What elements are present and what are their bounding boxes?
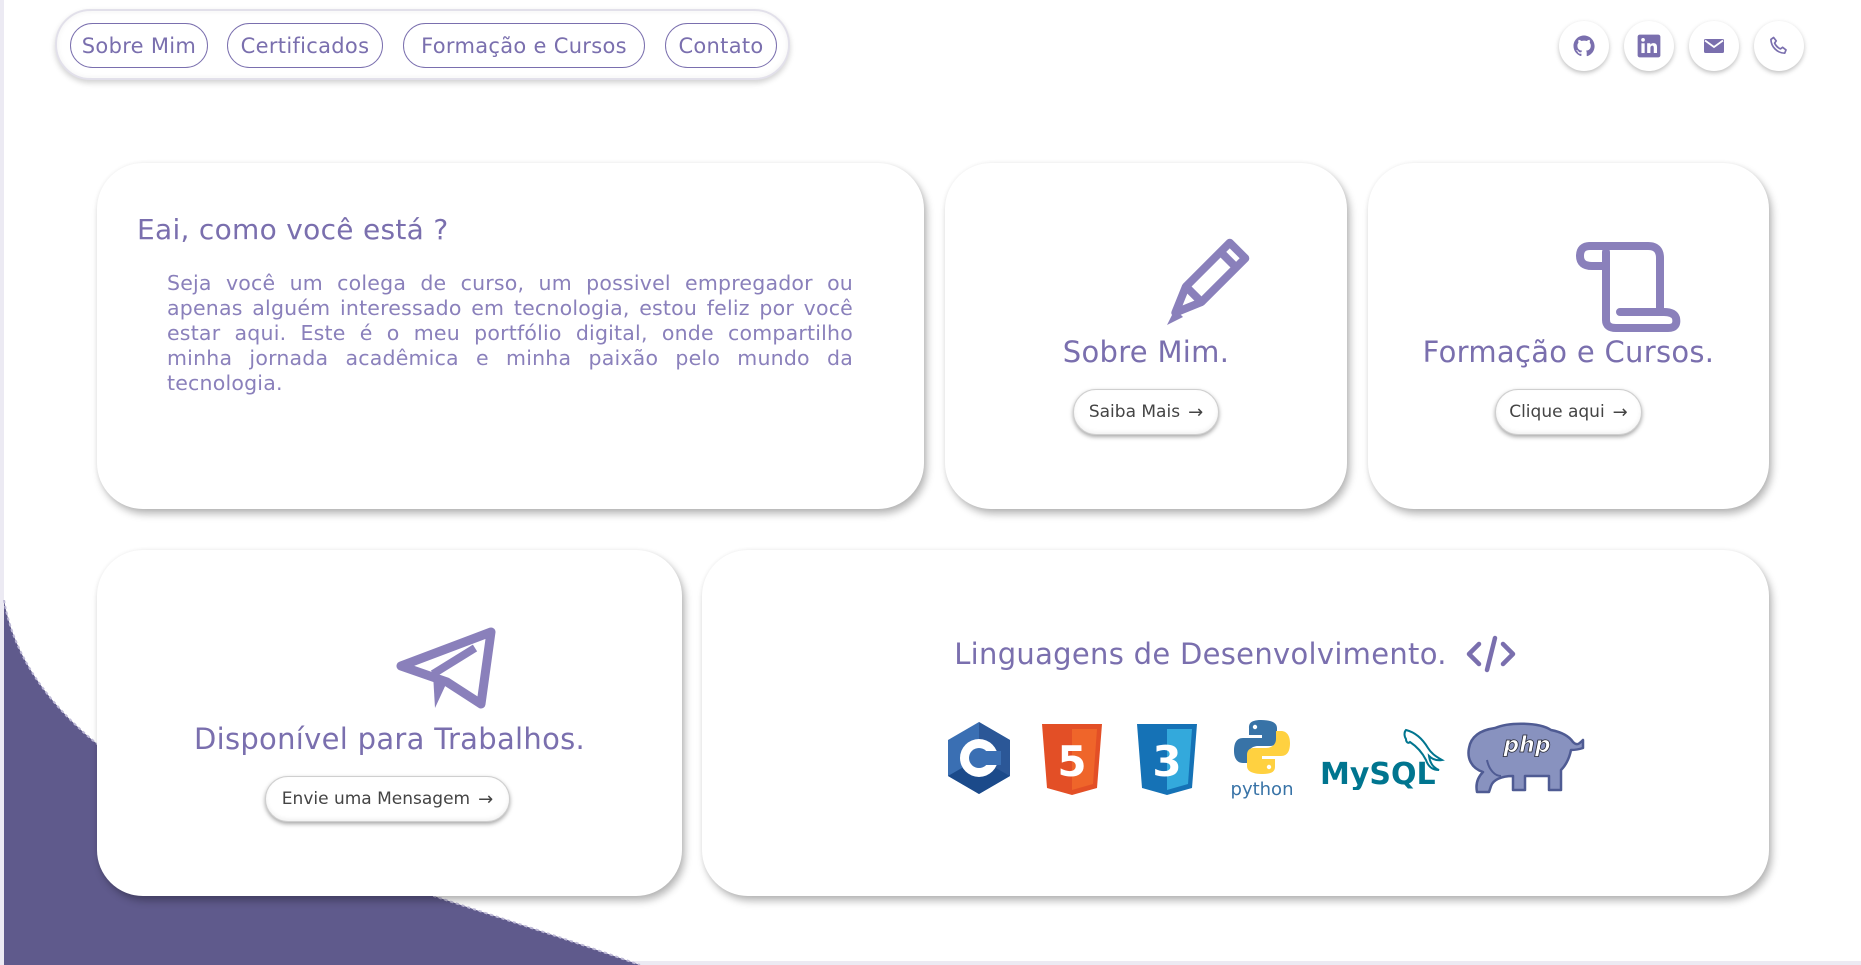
saiba-mais-button[interactable]: Saiba Mais → [1073, 389, 1219, 435]
c-logo [948, 722, 1010, 794]
arrow-right-icon: → [478, 788, 494, 810]
php-logo: php [1467, 722, 1585, 794]
top-navigation: Sobre Mim Certificados Formação e Cursos… [55, 9, 790, 80]
welcome-card: Eai, como você está ? Seja você um coleg… [97, 163, 924, 509]
about-title: Sobre Mim. [1062, 335, 1230, 369]
languages-card: Linguagens de Desenvolvimento. 5 3 pytho… [702, 550, 1769, 896]
nav-item-certificados[interactable]: Certificados [227, 23, 383, 68]
linkedin-icon [1637, 34, 1661, 58]
envie-mensagem-label: Envie uma Mensagem [281, 789, 471, 809]
arrow-right-icon: → [1188, 401, 1204, 423]
pencil-icon [1167, 238, 1250, 325]
nav-item-contato[interactable]: Contato [665, 23, 777, 68]
html5-logo: 5 [1042, 724, 1102, 795]
phone-button[interactable] [1754, 21, 1804, 71]
languages-header: Linguagens de Desenvolvimento. [702, 634, 1769, 674]
linkedin-button[interactable] [1624, 21, 1674, 71]
php-text: php [1502, 733, 1550, 758]
clique-aqui-label: Clique aqui [1509, 402, 1605, 422]
welcome-text: Seja você um colega de curso, um possive… [167, 271, 853, 395]
work-card: Disponível para Trabalhos. Envie uma Men… [97, 550, 682, 896]
arrow-right-icon: → [1612, 401, 1628, 423]
email-icon [1704, 39, 1724, 53]
courses-title: Formação e Cursos. [1422, 335, 1715, 369]
work-title: Disponível para Trabalhos. [193, 722, 586, 756]
html5-text: 5 [1057, 737, 1086, 786]
courses-card: Formação e Cursos. Clique aqui → [1368, 163, 1769, 509]
mysql-logo: MySQL [1320, 728, 1445, 790]
nav-item-sobre-mim[interactable]: Sobre Mim [70, 23, 208, 68]
css3-text: 3 [1152, 737, 1181, 786]
python-text: python [1231, 779, 1294, 800]
clique-aqui-button[interactable]: Clique aqui → [1495, 389, 1642, 435]
github-icon [1573, 35, 1595, 57]
python-logo: python [1231, 720, 1294, 800]
welcome-title: Eai, como você está ? [137, 213, 449, 246]
mysql-text: MySQL [1320, 757, 1436, 790]
email-button[interactable] [1689, 21, 1739, 71]
saiba-mais-label: Saiba Mais [1088, 402, 1181, 422]
nav-item-formacao-cursos[interactable]: Formação e Cursos [403, 23, 645, 68]
phone-icon [1770, 36, 1787, 55]
about-card: Sobre Mim. Saiba Mais → [945, 163, 1347, 509]
languages-title: Linguagens de Desenvolvimento. [954, 637, 1447, 671]
envie-mensagem-button[interactable]: Envie uma Mensagem → [265, 776, 510, 822]
github-button[interactable] [1559, 21, 1609, 71]
scroll-icon [1576, 242, 1681, 332]
code-icon [1466, 635, 1516, 673]
paper-plane-icon [396, 627, 496, 709]
css3-logo: 3 [1137, 724, 1197, 795]
